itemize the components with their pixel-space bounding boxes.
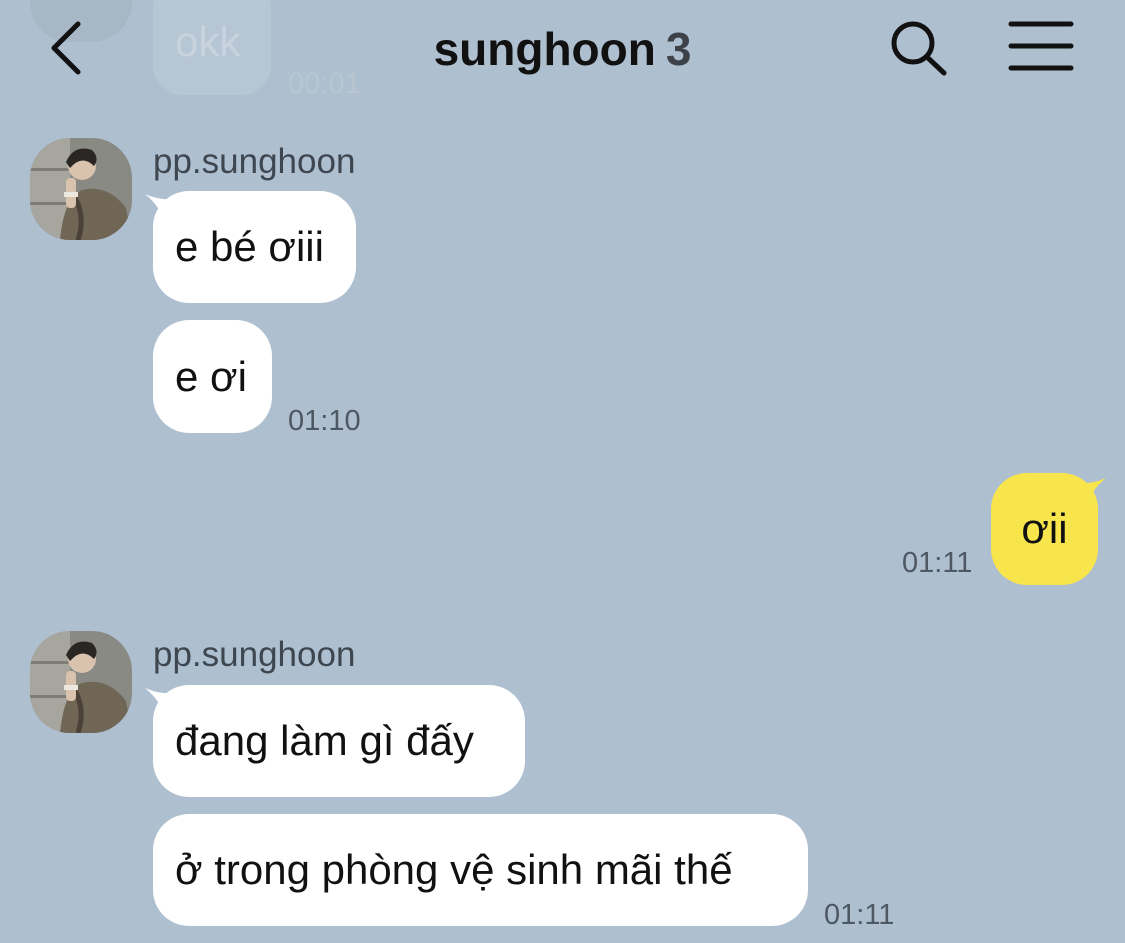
chat-title: sunghoon 3 xyxy=(0,22,1125,76)
chat-header: sunghoon 3 xyxy=(0,0,1125,100)
sender-avatar[interactable] xyxy=(30,631,132,733)
message-time: 01:11 xyxy=(902,547,973,579)
member-count: 3 xyxy=(665,23,692,75)
message-time: 01:10 xyxy=(288,405,361,437)
message-bubble[interactable]: e bé ơiii xyxy=(153,191,356,303)
sender-name: pp.sunghoon xyxy=(153,635,356,674)
chat-title-name: sunghoon xyxy=(433,23,656,75)
message-bubble[interactable]: ở trong phòng vệ sinh mãi thế xyxy=(153,814,808,926)
message-time: 01:11 xyxy=(824,899,895,931)
search-icon[interactable] xyxy=(888,18,950,78)
message-bubble[interactable]: đang làm gì đấy xyxy=(153,685,525,797)
message-bubble[interactable]: e ơi xyxy=(153,320,272,433)
menu-icon[interactable] xyxy=(1008,20,1074,72)
sender-name: pp.sunghoon xyxy=(153,142,356,181)
my-message-bubble[interactable]: ơii xyxy=(991,473,1098,585)
sender-avatar[interactable] xyxy=(30,138,132,240)
chat-screen: okk 00:01 sunghoon 3 pp.sunghoon e bé ơi… xyxy=(0,0,1125,943)
